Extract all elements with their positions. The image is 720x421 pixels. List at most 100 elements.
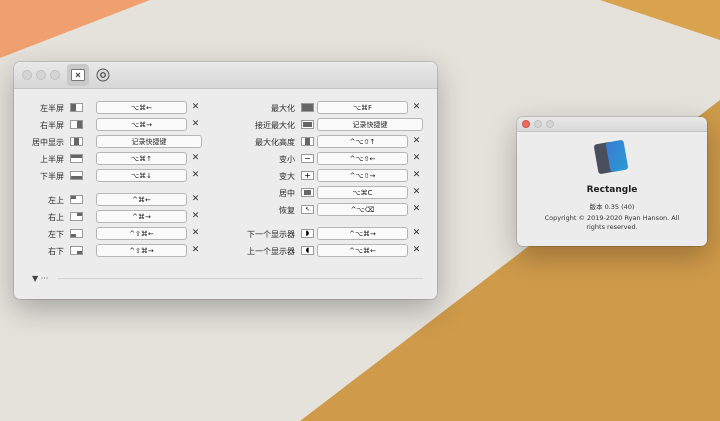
divider: [58, 278, 423, 279]
shortcut-recorder[interactable]: ^⌥⌫: [317, 203, 408, 216]
clear-icon[interactable]: ✕: [190, 170, 201, 181]
row-label: 居中显示: [32, 137, 64, 147]
row-label: 左下: [48, 229, 64, 239]
clear-icon[interactable]: ✕: [411, 153, 422, 164]
row-label: 上一个显示器: [247, 246, 295, 256]
shortcut-recorder[interactable]: ^⌘→: [96, 210, 187, 223]
center-icon: [301, 188, 314, 197]
clear-icon[interactable]: ✕: [190, 245, 201, 256]
clear-icon[interactable]: ✕: [411, 187, 422, 198]
clear-icon[interactable]: ✕: [190, 211, 201, 222]
bottom-right-icon: [70, 246, 83, 255]
close-button[interactable]: [22, 70, 32, 80]
shortcut-row-maximize: 最大化 ⌥⌘F ✕: [224, 101, 429, 115]
app-name: Rectangle: [586, 185, 638, 195]
about-rectangle-window: Rectangle 版本 0.35 (40) Copyright © 2019-…: [517, 117, 707, 246]
minimize-button[interactable]: [36, 70, 46, 80]
shortcut-row-restore: 恢复 ↖ ^⌥⌫ ✕: [224, 203, 429, 217]
clear-icon[interactable]: ✕: [190, 119, 201, 130]
bottom-left-icon: [70, 229, 83, 238]
shortcut-row-center: 居中 ⌥⌘C ✕: [224, 186, 429, 200]
clear-icon[interactable]: ✕: [190, 102, 201, 113]
shortcut-recorder[interactable]: ^⌥⌘→: [317, 227, 408, 240]
close-button[interactable]: [522, 120, 530, 128]
version-text: 版本 0.35 (40): [589, 203, 635, 211]
row-label: 下半屏: [40, 171, 64, 181]
shortcut-row-top-left: 左上 ^⌘← ✕: [14, 193, 214, 207]
row-label: 居中: [279, 188, 295, 198]
row-label: 变大: [279, 171, 295, 181]
clear-icon[interactable]: ✕: [411, 245, 422, 256]
shortcut-recorder[interactable]: ⌥⌘↓: [96, 169, 187, 182]
copyright-text: Copyright © 2019-2020 Ryan Hanson. All r…: [544, 214, 680, 231]
shortcut-row-larger: 变大 + ^⌥⇧→ ✕: [224, 169, 429, 183]
shortcut-recorder[interactable]: ⌥⌘↑: [96, 152, 187, 165]
left-half-icon: [70, 103, 83, 112]
row-label: 左半屏: [40, 103, 64, 113]
top-left-icon: [70, 195, 83, 204]
shortcut-recorder[interactable]: ^⌥⇧←: [317, 152, 408, 165]
row-label: 右下: [48, 246, 64, 256]
previous-display-icon: ◖: [301, 246, 314, 255]
row-label: 下一个显示器: [247, 229, 295, 239]
shortcut-row-maximize-height: 最大化高度 ^⌥⇧↑ ✕: [224, 135, 429, 149]
clear-icon[interactable]: ✕: [190, 228, 201, 239]
clear-icon[interactable]: ✕: [411, 228, 422, 239]
plus-icon: +: [301, 171, 314, 180]
shortcut-recorder[interactable]: ^⌥⇧↑: [317, 135, 408, 148]
shortcut-recorder[interactable]: ⌥⌘C: [317, 186, 408, 199]
zoom-button[interactable]: [546, 120, 554, 128]
rectangle-preferences-window: 左半屏 ⌥⌘← ✕ 右半屏 ⌥⌘→ ✕ 居中显示 记录快捷键 上半屏 ⌥⌘↑ ✕…: [14, 62, 437, 299]
shortcut-row-almost-maximize: 接近最大化 记录快捷键: [224, 118, 429, 132]
shortcut-recorder[interactable]: ^⇧⌘←: [96, 227, 187, 240]
shortcut-row-previous-display: 上一个显示器 ◖ ^⌥⌘← ✕: [224, 244, 429, 258]
row-label: 左上: [48, 195, 64, 205]
row-label: 右上: [48, 212, 64, 222]
titlebar: [517, 117, 707, 132]
shortcut-row-left-half: 左半屏 ⌥⌘← ✕: [14, 101, 214, 115]
row-label: 最大化: [271, 103, 295, 113]
shortcut-row-center-half: 居中显示 记录快捷键: [14, 135, 214, 149]
shortcut-recorder[interactable]: ^⌥⇧→: [317, 169, 408, 182]
row-label: 接近最大化: [255, 120, 295, 130]
row-label: 上半屏: [40, 154, 64, 164]
row-label: 变小: [279, 154, 295, 164]
clear-icon[interactable]: ✕: [411, 136, 422, 147]
gear-icon: [96, 68, 110, 82]
tab-settings[interactable]: [92, 64, 114, 86]
record-shortcut-button[interactable]: 记录快捷键: [96, 135, 202, 148]
clear-icon[interactable]: ✕: [190, 153, 201, 164]
maximize-height-icon: [301, 137, 314, 146]
row-label: 右半屏: [40, 120, 64, 130]
clear-icon[interactable]: ✕: [411, 102, 422, 113]
shortcut-row-smaller: 变小 − ^⌥⇧← ✕: [224, 152, 429, 166]
record-shortcut-button[interactable]: 记录快捷键: [317, 118, 423, 131]
clear-icon[interactable]: ✕: [411, 170, 422, 181]
shortcut-recorder[interactable]: ^⇧⌘→: [96, 244, 187, 257]
clear-icon[interactable]: ✕: [190, 194, 201, 205]
clear-icon[interactable]: ✕: [411, 204, 422, 215]
titlebar: [14, 62, 437, 89]
shortcut-recorder[interactable]: ⌥⌘→: [96, 118, 187, 131]
next-display-icon: ◗: [301, 229, 314, 238]
maximize-icon: [301, 103, 314, 112]
row-label: 最大化高度: [255, 137, 295, 147]
shortcut-row-bottom-half: 下半屏 ⌥⌘↓ ✕: [14, 169, 214, 183]
top-right-icon: [70, 212, 83, 221]
shortcut-row-right-half: 右半屏 ⌥⌘→ ✕: [14, 118, 214, 132]
center-half-icon: [70, 137, 83, 146]
zoom-button[interactable]: [50, 70, 60, 80]
shortcut-recorder[interactable]: ⌥⌘←: [96, 101, 187, 114]
bottom-half-icon: [70, 171, 83, 180]
shortcut-row-bottom-left: 左下 ^⇧⌘← ✕: [14, 227, 214, 241]
keyboard-shortcuts-icon: [71, 69, 85, 81]
expand-more-toggle[interactable]: ▼ ···: [32, 274, 48, 283]
minimize-button[interactable]: [534, 120, 542, 128]
shortcut-recorder[interactable]: ⌥⌘F: [317, 101, 408, 114]
tab-shortcuts[interactable]: [67, 64, 89, 86]
shortcut-recorder[interactable]: ^⌥⌘←: [317, 244, 408, 257]
restore-icon: ↖: [301, 205, 314, 214]
shortcut-recorder[interactable]: ^⌘←: [96, 193, 187, 206]
shortcut-row-next-display: 下一个显示器 ◗ ^⌥⌘→ ✕: [224, 227, 429, 241]
shortcut-row-top-right: 右上 ^⌘→ ✕: [14, 210, 214, 224]
